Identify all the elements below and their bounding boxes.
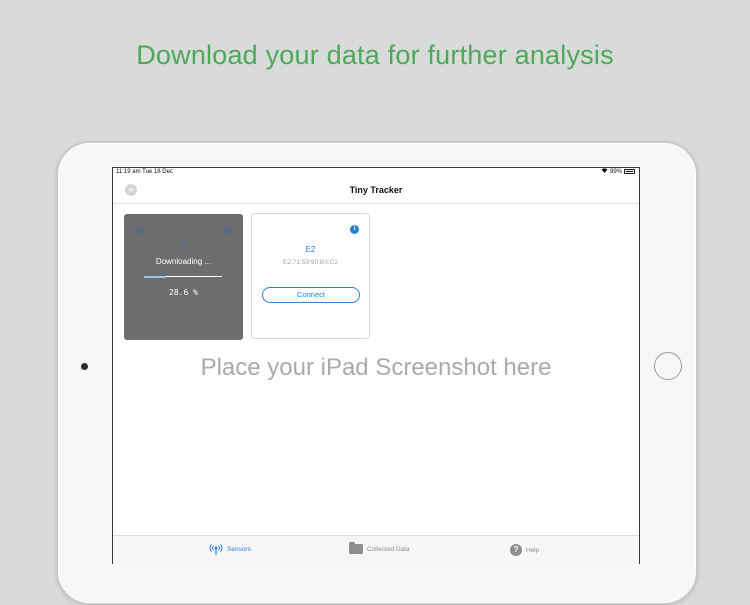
tab-collected-data[interactable]: Collected Data xyxy=(349,542,410,554)
status-right: 99% xyxy=(601,168,635,175)
sensor-mac-address: E2:71:59:90:B3:C2 xyxy=(283,259,338,266)
battery-icon xyxy=(624,169,635,174)
blurred-left-icon xyxy=(136,226,145,235)
wifi-icon xyxy=(601,168,608,175)
camera-dot xyxy=(81,363,88,370)
tab-sensors[interactable]: Sensors xyxy=(209,544,251,555)
sensor-card[interactable]: i E2 E2:71:59:90:B3:C2 Connect xyxy=(251,213,370,339)
connect-button[interactable]: Connect xyxy=(262,287,360,303)
nav-bar: + Tiny Tracker xyxy=(113,177,639,204)
status-time: 11:19 am Tue 18 Dec xyxy=(116,169,173,175)
help-icon: ? xyxy=(510,544,522,556)
info-icon[interactable]: i xyxy=(350,225,359,234)
headline: Download your data for further analysis xyxy=(136,40,614,70)
blurred-name-text xyxy=(179,244,187,248)
tab-sensors-label: Sensors xyxy=(227,546,251,553)
status-bar: 11:19 am Tue 18 Dec 99% xyxy=(113,168,639,177)
download-progress-fill xyxy=(144,275,167,278)
nav-title: Tiny Tracker xyxy=(349,185,403,195)
downloading-card[interactable]: Downloading ... 28.6 % xyxy=(124,214,243,340)
sensor-name: E2 xyxy=(305,245,316,254)
home-button[interactable] xyxy=(654,352,682,380)
tab-help[interactable]: ? Help xyxy=(510,544,539,556)
tab-bar: Sensors Collected Data ? Help xyxy=(113,535,639,564)
tab-collected-data-label: Collected Data xyxy=(367,545,410,553)
download-percent: 28.6 % xyxy=(169,288,198,297)
screenshot-placeholder-text: Place your iPad Screenshot here xyxy=(200,354,552,381)
blurred-right-icon xyxy=(222,226,231,235)
downloading-label: Downloading ... xyxy=(155,257,212,266)
folder-icon xyxy=(349,542,363,554)
ipad-screen: 11:19 am Tue 18 Dec 99% + Tiny Tracker D… xyxy=(112,167,640,564)
antenna-icon xyxy=(209,544,223,555)
battery-percent: 99% xyxy=(609,168,622,175)
download-progress-bar xyxy=(144,275,222,278)
tab-help-label: Help xyxy=(526,546,540,554)
